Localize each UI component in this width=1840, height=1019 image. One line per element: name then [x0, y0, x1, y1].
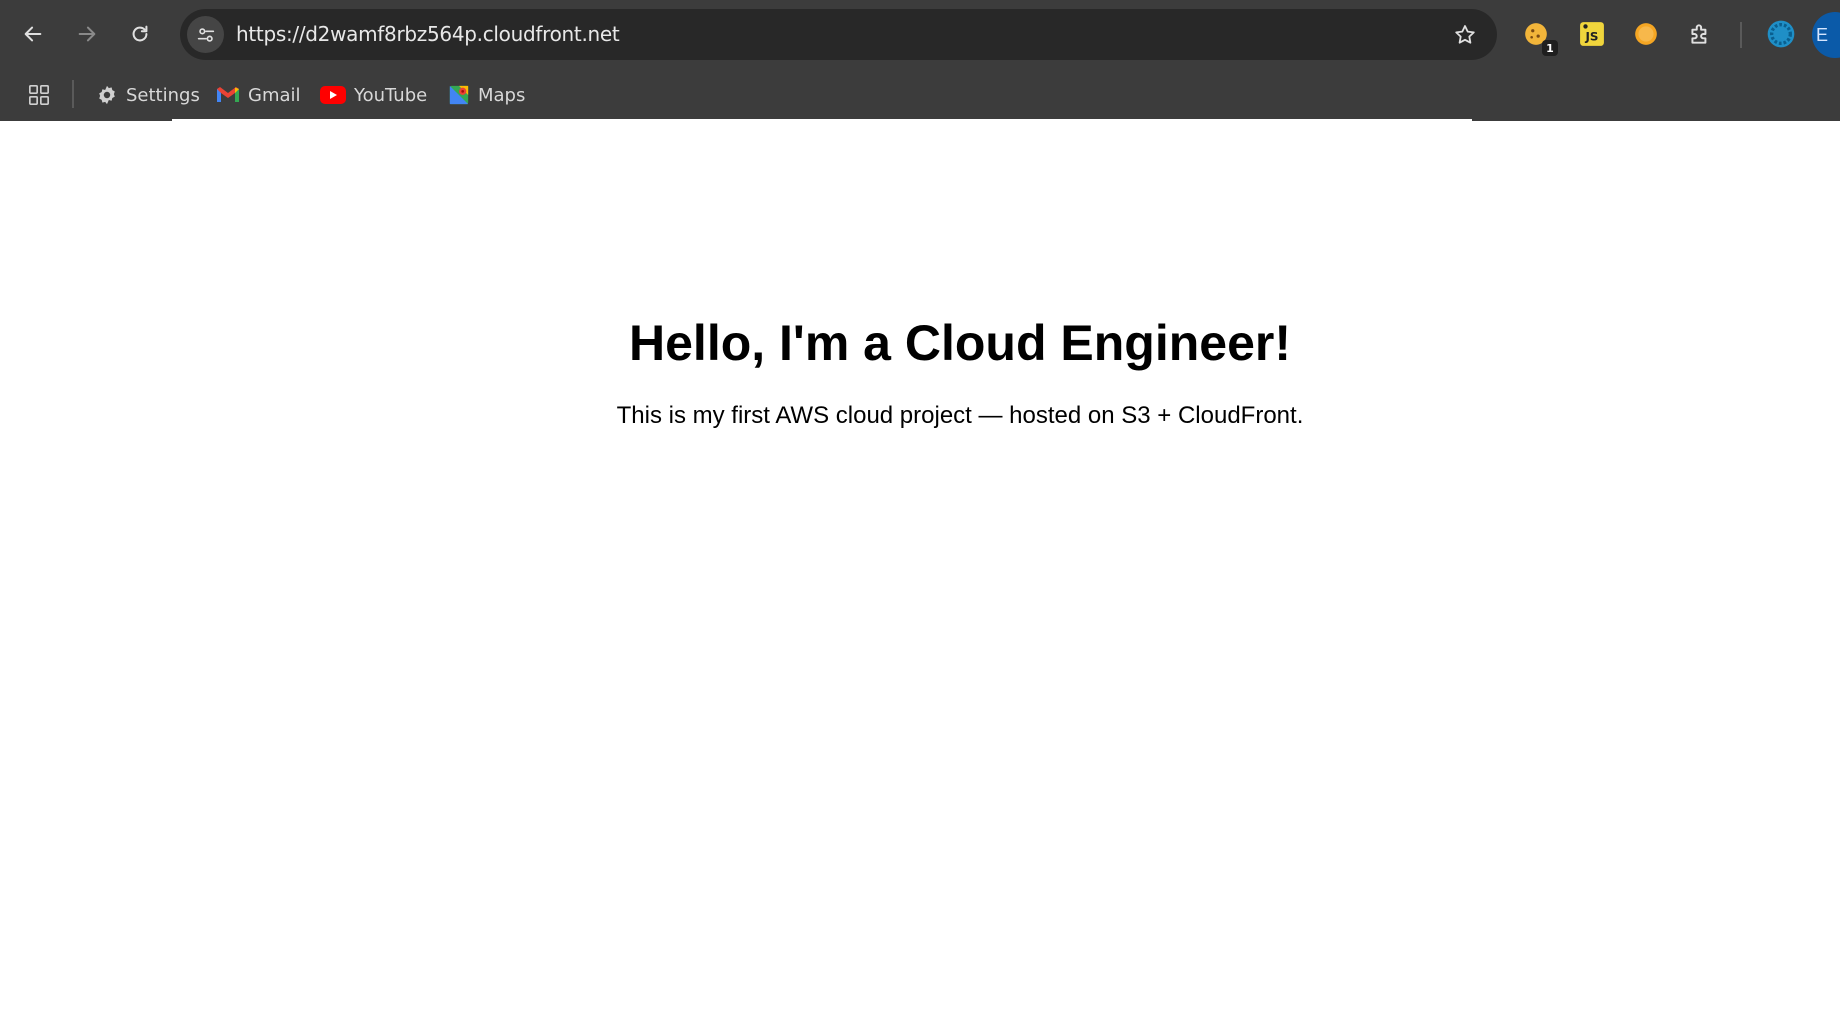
back-button[interactable]	[16, 17, 50, 51]
blue-ring-icon	[1767, 20, 1795, 48]
arrow-right-icon	[78, 26, 96, 42]
apps-button[interactable]	[24, 78, 54, 112]
gmail-icon	[216, 85, 240, 105]
browser-toolbar: https://d2wamf8rbz564p.cloudfront.net 1 …	[0, 0, 1840, 70]
gear-icon	[96, 84, 118, 106]
extension-js-button[interactable]: JS	[1576, 18, 1608, 50]
page-content: Hello, I'm a Cloud Engineer! This is my …	[0, 121, 1840, 1019]
site-info-button[interactable]	[187, 16, 224, 53]
forward-button[interactable]	[70, 17, 104, 51]
bookmark-label: Gmail	[248, 84, 301, 106]
extension-cookie-button[interactable]: 1	[1520, 18, 1558, 56]
maps-icon	[448, 84, 470, 106]
bookmark-label: Settings	[126, 84, 200, 106]
bookmark-youtube[interactable]: YouTube	[320, 78, 427, 112]
bookmark-settings[interactable]: Settings	[96, 78, 200, 112]
url-text[interactable]: https://d2wamf8rbz564p.cloudfront.net	[236, 9, 620, 60]
address-bar[interactable]: https://d2wamf8rbz564p.cloudfront.net	[180, 9, 1497, 60]
apps-grid-icon	[29, 85, 49, 105]
youtube-icon	[320, 85, 346, 105]
extension-blue-button[interactable]	[1765, 18, 1797, 50]
toolbar-divider	[1740, 22, 1742, 48]
orange-circle-icon	[1635, 23, 1657, 45]
tune-icon	[197, 27, 214, 42]
page-subtext: This is my first AWS cloud project — hos…	[616, 402, 1304, 429]
bookmarks-divider	[72, 80, 74, 108]
reload-button[interactable]	[123, 17, 157, 51]
extensions-menu-button[interactable]	[1684, 18, 1716, 50]
profile-initial: E	[1816, 24, 1829, 45]
bookmark-gmail[interactable]: Gmail	[216, 78, 301, 112]
arrow-left-icon	[24, 26, 42, 42]
extension-badge: 1	[1542, 40, 1558, 56]
profile-avatar[interactable]: E	[1812, 12, 1840, 58]
bookmark-label: YouTube	[354, 84, 428, 106]
reload-icon	[132, 25, 148, 42]
bookmark-maps[interactable]: Maps	[448, 78, 525, 112]
puzzle-icon	[1691, 24, 1707, 44]
js-icon: JS	[1580, 22, 1604, 46]
page-heading: Hello, I'm a Cloud Engineer!	[629, 315, 1291, 371]
svg-text:JS: JS	[1584, 30, 1598, 44]
bookmarks-bar: Settings Gmail YouTube Maps	[0, 70, 1840, 121]
bookmark-star-button[interactable]	[1451, 21, 1479, 49]
bookmark-label: Maps	[478, 84, 526, 106]
extension-orange-button[interactable]	[1630, 18, 1662, 50]
browser-chrome: https://d2wamf8rbz564p.cloudfront.net 1 …	[0, 0, 1840, 121]
star-icon	[1455, 25, 1475, 44]
